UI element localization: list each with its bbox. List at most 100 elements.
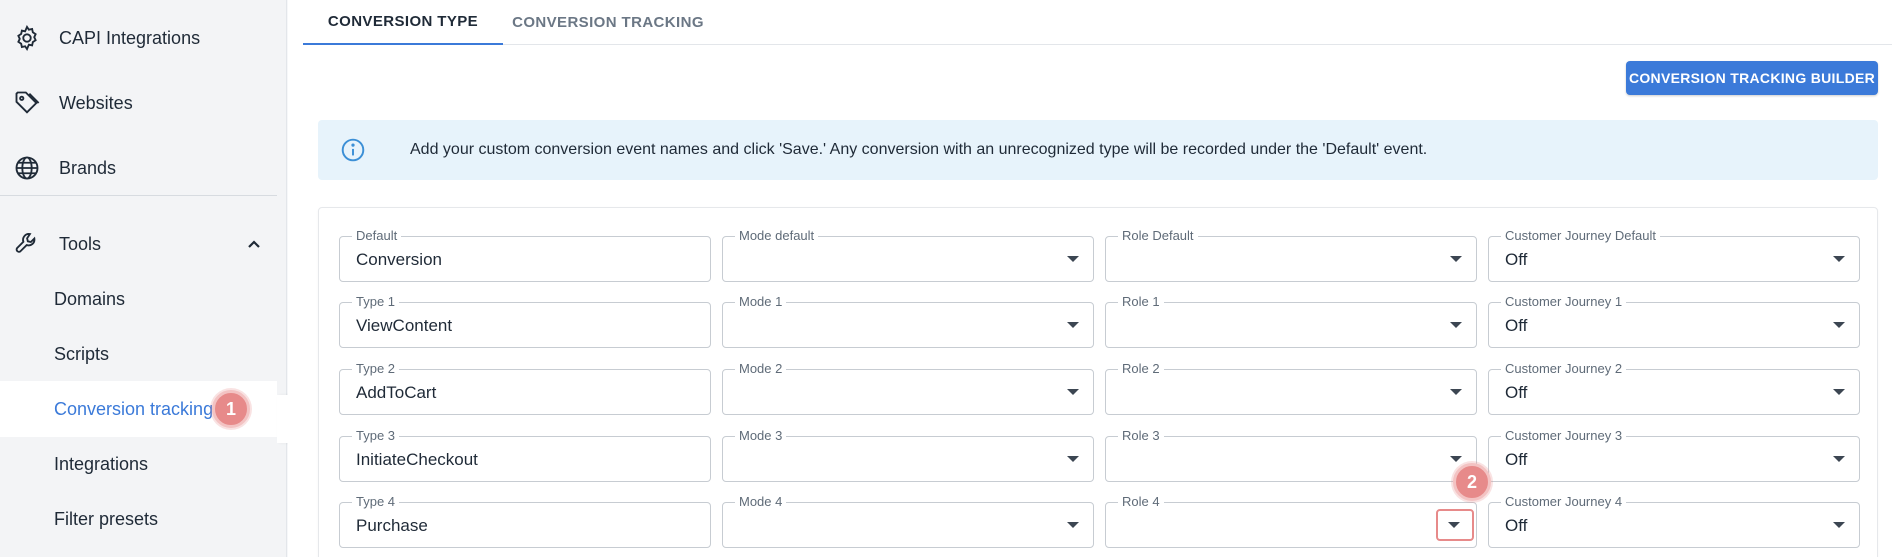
dropdown-arrow-icon bbox=[1067, 389, 1079, 395]
conversion-tracking-builder-button[interactable]: CONVERSION TRACKING BUILDER bbox=[1626, 61, 1878, 95]
type-field-3[interactable]: Type 3 InitiateCheckout bbox=[339, 428, 711, 482]
field-label: Mode 1 bbox=[735, 294, 787, 310]
globe-icon bbox=[13, 154, 41, 182]
field-value: Off bbox=[1505, 316, 1528, 335]
sidebar-item-tools[interactable]: Tools bbox=[0, 216, 287, 272]
role-select-3[interactable]: Role 3 bbox=[1105, 428, 1477, 482]
journey-select-2[interactable]: Customer Journey 2 Off bbox=[1488, 361, 1860, 415]
field-label: Role 2 bbox=[1118, 361, 1164, 377]
sidebar-subitem-domains[interactable]: Domains bbox=[0, 271, 277, 327]
field-label: Role Default bbox=[1118, 228, 1198, 244]
dropdown-arrow-icon bbox=[1833, 522, 1845, 528]
type-field-4[interactable]: Type 4 Purchase bbox=[339, 494, 711, 548]
dropdown-arrow-icon bbox=[1448, 522, 1460, 528]
sidebar-subitem-conversion-tracking[interactable]: Conversion tracking 1 bbox=[0, 381, 277, 437]
dropdown-arrow-icon bbox=[1833, 389, 1845, 395]
dropdown-arrow-icon bbox=[1833, 456, 1845, 462]
mode-select-default[interactable]: Mode default bbox=[722, 228, 1094, 282]
mode-select-1[interactable]: Mode 1 bbox=[722, 294, 1094, 348]
field-value: Off bbox=[1505, 516, 1528, 535]
sidebar-subitem-label: Integrations bbox=[54, 453, 149, 474]
field-label: Default bbox=[352, 228, 402, 244]
sidebar-item-brands[interactable]: Brands bbox=[0, 140, 287, 196]
mode-select-3[interactable]: Mode 3 bbox=[722, 428, 1094, 482]
sidebar-subitem-scripts[interactable]: Scripts bbox=[0, 326, 277, 382]
field-label: Type 4 bbox=[352, 494, 400, 510]
field-value: ViewContent bbox=[356, 316, 453, 335]
dropdown-arrow-icon bbox=[1450, 322, 1462, 328]
field-label: Customer Journey 4 bbox=[1501, 494, 1627, 510]
tab-bar: CONVERSION TYPE CONVERSION TRACKING bbox=[303, 0, 1892, 45]
journey-select-default[interactable]: Customer Journey Default Off bbox=[1488, 228, 1860, 282]
field-label: Mode 4 bbox=[735, 494, 787, 510]
sidebar-subitem-label: Conversion tracking bbox=[54, 398, 214, 419]
tag-icon bbox=[13, 89, 41, 117]
field-label: Role 1 bbox=[1118, 294, 1164, 310]
field-label: Type 3 bbox=[352, 428, 400, 444]
field-label: Role 4 bbox=[1118, 494, 1164, 510]
info-icon bbox=[340, 137, 366, 163]
dropdown-arrow-icon bbox=[1450, 456, 1462, 462]
gear-icon bbox=[13, 24, 41, 52]
field-label: Mode default bbox=[735, 228, 819, 244]
dropdown-arrow-highlight[interactable] bbox=[1436, 509, 1474, 541]
dropdown-arrow-icon bbox=[1067, 322, 1079, 328]
sidebar-subitem-label: Scripts bbox=[54, 343, 110, 364]
chevron-up-icon[interactable] bbox=[244, 234, 264, 254]
sidebar-divider bbox=[0, 195, 277, 196]
field-label: Customer Journey 3 bbox=[1501, 428, 1627, 444]
field-label: Role 3 bbox=[1118, 428, 1164, 444]
sidebar-item-label: Tools bbox=[59, 233, 102, 254]
sidebar-item-label: CAPI Integrations bbox=[59, 27, 201, 48]
sidebar-subitem-integrations[interactable]: Integrations bbox=[0, 436, 277, 492]
dropdown-arrow-icon bbox=[1067, 522, 1079, 528]
field-label: Type 1 bbox=[352, 294, 400, 310]
info-text: Add your custom conversion event names a… bbox=[410, 141, 1428, 158]
role-select-2[interactable]: Role 2 bbox=[1105, 361, 1477, 415]
journey-select-3[interactable]: Customer Journey 3 Off bbox=[1488, 428, 1860, 482]
dropdown-arrow-icon bbox=[1450, 389, 1462, 395]
sidebar-item-capi-integrations[interactable]: CAPI Integrations bbox=[0, 10, 287, 66]
field-label: Type 2 bbox=[352, 361, 400, 377]
type-field-2[interactable]: Type 2 AddToCart bbox=[339, 361, 711, 415]
role-select-4[interactable]: Role 4 bbox=[1105, 494, 1477, 548]
field-label: Customer Journey 2 bbox=[1501, 361, 1627, 377]
tab-conversion-type[interactable]: CONVERSION TYPE bbox=[303, 0, 503, 45]
sidebar-item-websites[interactable]: Websites bbox=[0, 75, 287, 131]
sidebar: CAPI Integrations Websites Brands Tools … bbox=[0, 0, 287, 557]
sidebar-subitem-label: Filter presets bbox=[54, 508, 159, 529]
dropdown-arrow-icon bbox=[1450, 256, 1462, 262]
mode-select-4[interactable]: Mode 4 bbox=[722, 494, 1094, 548]
type-field-default[interactable]: Default Conversion bbox=[339, 228, 711, 282]
role-select-1[interactable]: Role 1 bbox=[1105, 294, 1477, 348]
role-select-default[interactable]: Role Default bbox=[1105, 228, 1477, 282]
sidebar-subitem-label: Domains bbox=[54, 288, 126, 309]
field-label: Mode 2 bbox=[735, 361, 787, 377]
dropdown-arrow-icon bbox=[1833, 322, 1845, 328]
field-value: Conversion bbox=[356, 250, 442, 269]
field-value: Off bbox=[1505, 250, 1528, 269]
type-field-1[interactable]: Type 1 ViewContent bbox=[339, 294, 711, 348]
dropdown-arrow-icon bbox=[1067, 456, 1079, 462]
main-content: CONVERSION TYPE CONVERSION TRACKING CONV… bbox=[288, 0, 1892, 557]
journey-select-4[interactable]: Customer Journey 4 Off bbox=[1488, 494, 1860, 548]
tab-conversion-tracking[interactable]: CONVERSION TRACKING bbox=[503, 0, 713, 45]
sidebar-subitem-filter-presets[interactable]: Filter presets bbox=[0, 491, 277, 547]
field-label: Customer Journey Default bbox=[1501, 228, 1661, 244]
field-value: Off bbox=[1505, 450, 1528, 469]
field-label: Customer Journey 1 bbox=[1501, 294, 1627, 310]
field-value: Purchase bbox=[356, 516, 428, 535]
mode-select-2[interactable]: Mode 2 bbox=[722, 361, 1094, 415]
sidebar-item-label: Brands bbox=[59, 157, 117, 178]
field-value: AddToCart bbox=[356, 383, 437, 402]
dropdown-arrow-icon bbox=[1067, 256, 1079, 262]
field-value: Off bbox=[1505, 383, 1528, 402]
info-alert: Add your custom conversion event names a… bbox=[318, 120, 1878, 180]
step-badge: 1 bbox=[212, 390, 250, 428]
journey-select-1[interactable]: Customer Journey 1 Off bbox=[1488, 294, 1860, 348]
field-value: InitiateCheckout bbox=[356, 450, 478, 469]
conversion-type-form: Default Conversion Mode default Role Def… bbox=[318, 207, 1878, 557]
wrench-icon bbox=[13, 230, 41, 258]
dropdown-arrow-icon bbox=[1833, 256, 1845, 262]
field-label: Mode 3 bbox=[735, 428, 787, 444]
